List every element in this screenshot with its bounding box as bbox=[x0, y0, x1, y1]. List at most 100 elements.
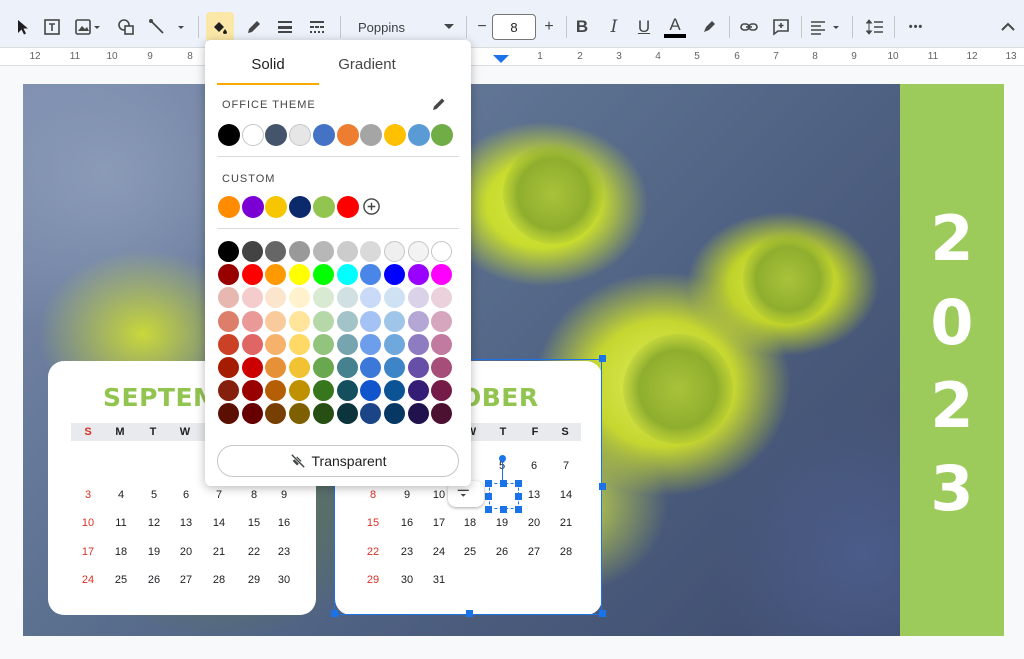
calendar-day[interactable]: 23 bbox=[268, 546, 300, 558]
palette-color-swatch[interactable] bbox=[383, 310, 405, 332]
palette-color-swatch[interactable] bbox=[289, 380, 311, 402]
palette-color-swatch[interactable] bbox=[431, 403, 453, 425]
highlight-color-icon[interactable] bbox=[695, 12, 723, 42]
line-spacing-icon[interactable] bbox=[861, 12, 889, 42]
slide-canvas[interactable]: 2 0 2 3 SEPTEM S M T W 12345678910111213… bbox=[23, 84, 1004, 636]
custom-color-swatch[interactable] bbox=[265, 196, 288, 218]
palette-color-swatch[interactable] bbox=[336, 287, 358, 309]
palette-color-swatch[interactable] bbox=[360, 241, 382, 262]
palette-color-swatch[interactable] bbox=[241, 287, 263, 309]
palette-color-swatch[interactable] bbox=[241, 310, 263, 332]
theme-color-swatch[interactable] bbox=[360, 124, 383, 146]
palette-color-swatch[interactable] bbox=[241, 333, 263, 355]
palette-color-swatch[interactable] bbox=[289, 357, 311, 378]
calendar-day[interactable]: 17 bbox=[72, 546, 104, 558]
palette-color-swatch[interactable] bbox=[360, 333, 382, 355]
calendar-day[interactable]: 29 bbox=[238, 574, 270, 586]
theme-color-swatch[interactable] bbox=[336, 124, 359, 146]
resize-handle[interactable] bbox=[515, 480, 522, 487]
tab-gradient[interactable]: Gradient bbox=[307, 56, 427, 73]
palette-color-swatch[interactable] bbox=[336, 380, 358, 402]
palette-color-swatch[interactable] bbox=[241, 357, 263, 378]
calendar-day[interactable]: 22 bbox=[238, 546, 270, 558]
custom-color-swatch[interactable] bbox=[289, 196, 312, 218]
palette-color-swatch[interactable] bbox=[383, 357, 405, 378]
palette-color-swatch[interactable] bbox=[336, 241, 358, 262]
palette-color-swatch[interactable] bbox=[360, 287, 382, 309]
calendar-day[interactable]: 3 bbox=[72, 489, 104, 501]
palette-color-swatch[interactable] bbox=[407, 287, 429, 309]
palette-color-swatch[interactable] bbox=[265, 380, 287, 402]
calendar-day[interactable]: 19 bbox=[138, 546, 170, 558]
transparent-button[interactable]: Transparent bbox=[217, 445, 459, 477]
resize-handle[interactable] bbox=[485, 506, 492, 513]
calendar-day[interactable]: 12 bbox=[138, 517, 170, 529]
resize-handle[interactable] bbox=[599, 610, 606, 617]
palette-color-swatch[interactable] bbox=[265, 403, 287, 425]
palette-color-swatch[interactable] bbox=[407, 380, 429, 402]
palette-color-swatch[interactable] bbox=[218, 333, 239, 355]
calendar-day[interactable]: 24 bbox=[72, 574, 104, 586]
resize-handle[interactable] bbox=[599, 355, 606, 362]
palette-color-swatch[interactable] bbox=[312, 264, 334, 286]
align-icon[interactable] bbox=[806, 12, 846, 42]
palette-color-swatch[interactable] bbox=[312, 403, 334, 425]
palette-color-swatch[interactable] bbox=[289, 403, 311, 425]
calendar-day[interactable]: 30 bbox=[268, 574, 300, 586]
calendar-day[interactable]: 15 bbox=[238, 517, 270, 529]
calendar-day[interactable]: 13 bbox=[170, 517, 202, 529]
palette-color-swatch[interactable] bbox=[360, 310, 382, 332]
insert-link-icon[interactable] bbox=[735, 12, 763, 42]
palette-color-swatch[interactable] bbox=[336, 333, 358, 355]
calendar-day[interactable]: 7 bbox=[203, 489, 235, 501]
palette-color-swatch[interactable] bbox=[360, 380, 382, 402]
palette-color-swatch[interactable] bbox=[407, 264, 429, 286]
palette-color-swatch[interactable] bbox=[289, 310, 311, 332]
palette-color-swatch[interactable] bbox=[336, 264, 358, 286]
palette-color-swatch[interactable] bbox=[431, 333, 453, 355]
more-options-button[interactable]: ••• bbox=[902, 12, 930, 42]
palette-color-swatch[interactable] bbox=[312, 380, 334, 402]
calendar-day[interactable]: 4 bbox=[105, 489, 137, 501]
add-custom-color-icon[interactable] bbox=[362, 197, 381, 221]
palette-color-swatch[interactable] bbox=[218, 310, 239, 332]
palette-color-swatch[interactable] bbox=[407, 403, 429, 425]
calendar-day[interactable]: 25 bbox=[105, 574, 137, 586]
palette-color-swatch[interactable] bbox=[218, 264, 239, 286]
palette-color-swatch[interactable] bbox=[360, 403, 382, 425]
custom-color-swatch[interactable] bbox=[218, 196, 240, 218]
calendar-day[interactable]: 18 bbox=[105, 546, 137, 558]
theme-color-swatch[interactable] bbox=[431, 124, 454, 146]
custom-color-swatch[interactable] bbox=[336, 196, 359, 218]
collapse-toolbar-icon[interactable] bbox=[994, 12, 1022, 42]
palette-color-swatch[interactable] bbox=[431, 357, 453, 378]
calendar-day[interactable]: 28 bbox=[203, 574, 235, 586]
bold-button[interactable]: B bbox=[568, 12, 596, 42]
calendar-day[interactable]: 5 bbox=[138, 489, 170, 501]
resize-handle[interactable] bbox=[331, 610, 338, 617]
palette-color-swatch[interactable] bbox=[407, 333, 429, 355]
resize-handle[interactable] bbox=[485, 480, 492, 487]
shapes-icon[interactable] bbox=[112, 12, 140, 42]
palette-color-swatch[interactable] bbox=[241, 380, 263, 402]
fill-color-icon[interactable] bbox=[206, 12, 234, 42]
palette-color-swatch[interactable] bbox=[407, 357, 429, 378]
palette-color-swatch[interactable] bbox=[241, 241, 263, 262]
palette-color-swatch[interactable] bbox=[360, 357, 382, 378]
calendar-day[interactable]: 20 bbox=[170, 546, 202, 558]
palette-color-swatch[interactable] bbox=[407, 310, 429, 332]
palette-color-swatch[interactable] bbox=[336, 357, 358, 378]
calendar-day[interactable]: 14 bbox=[203, 517, 235, 529]
palette-color-swatch[interactable] bbox=[289, 241, 311, 262]
theme-color-swatch[interactable] bbox=[289, 124, 312, 146]
resize-handle[interactable] bbox=[500, 480, 507, 487]
calendar-day[interactable]: 9 bbox=[268, 489, 300, 501]
calendar-day[interactable]: 8 bbox=[238, 489, 270, 501]
resize-handle[interactable] bbox=[485, 493, 492, 500]
palette-color-swatch[interactable] bbox=[289, 287, 311, 309]
add-comment-icon[interactable] bbox=[767, 12, 795, 42]
palette-color-swatch[interactable] bbox=[312, 310, 334, 332]
italic-button[interactable]: I bbox=[600, 12, 628, 42]
border-color-icon[interactable] bbox=[240, 12, 268, 42]
palette-color-swatch[interactable] bbox=[407, 241, 429, 262]
